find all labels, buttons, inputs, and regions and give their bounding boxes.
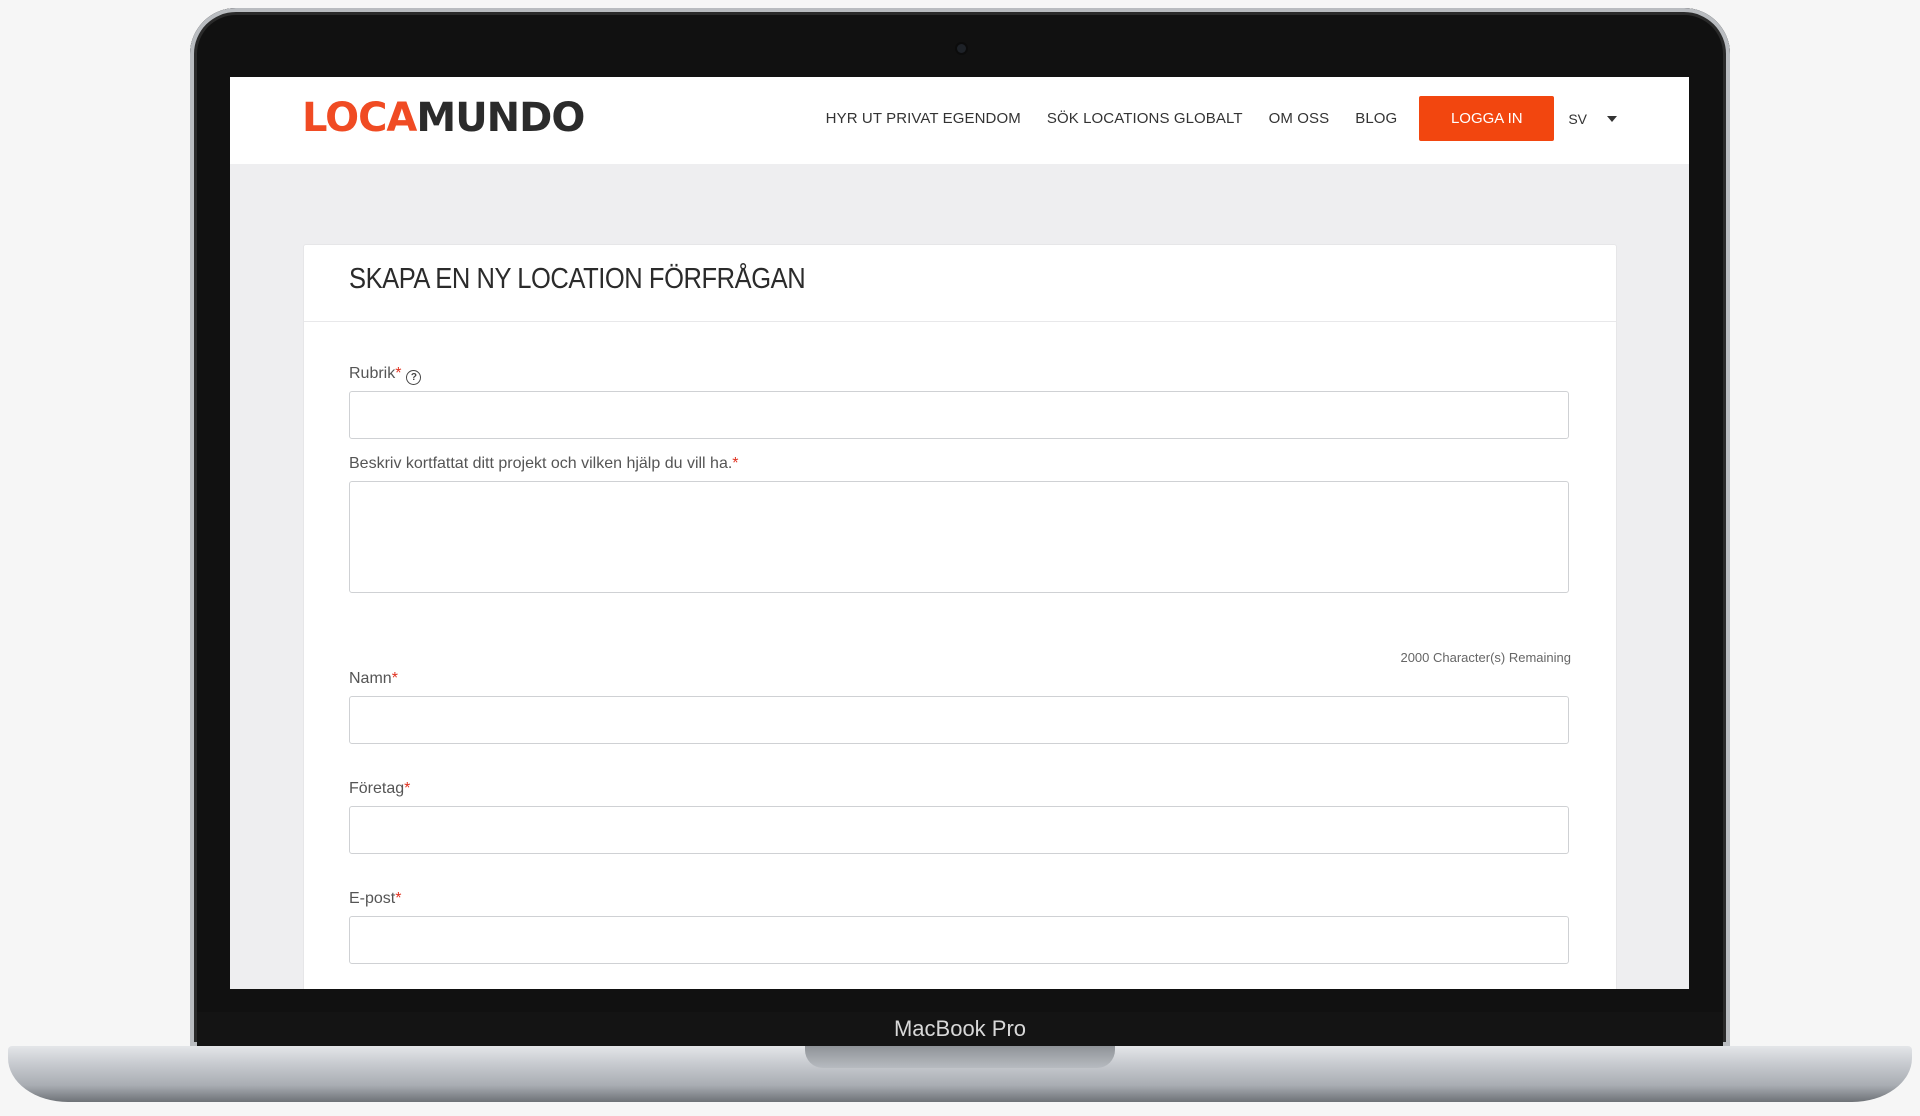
email-input[interactable]: [349, 916, 1569, 964]
form-title: SKAPA EN NY LOCATION FÖRFRÅGAN: [349, 263, 806, 295]
required-mark: *: [395, 890, 402, 907]
logo-part-mundo: MUNDO: [416, 95, 585, 141]
label-company-text: Företag: [349, 780, 405, 797]
nav-about-us[interactable]: OM OSS: [1269, 110, 1330, 127]
device-model-label: MacBook Pro: [893, 1016, 1027, 1041]
label-rubrik: Rubrik*?: [349, 365, 422, 385]
label-description: Beskriv kortfattat ditt projekt och vilk…: [349, 455, 739, 473]
required-mark: *: [404, 780, 411, 797]
laptop-opening-notch: [805, 1046, 1115, 1068]
language-code: SV: [1568, 110, 1587, 127]
company-input[interactable]: [349, 806, 1569, 854]
required-mark: *: [391, 670, 398, 687]
label-name-text: Namn: [349, 670, 392, 687]
caret-down-icon: [1607, 115, 1617, 122]
help-icon[interactable]: ?: [406, 370, 422, 385]
camera-icon: [957, 44, 966, 53]
label-email: E-post*: [349, 890, 401, 908]
rubrik-input[interactable]: [349, 391, 1569, 439]
logo-part-loca: LOCA: [302, 95, 417, 141]
request-form-card: SKAPA EN NY LOCATION FÖRFRÅGAN Rubrik*? …: [303, 244, 1617, 989]
label-email-text: E-post: [349, 890, 396, 907]
nav-blog[interactable]: BLOG: [1355, 110, 1397, 127]
title-divider: [304, 321, 1616, 322]
browser-viewport: LOCAMUNDO HYR UT PRIVAT EGENDOM SÖK LOCA…: [230, 77, 1689, 989]
locamundo-logo[interactable]: LOCAMUNDO: [302, 95, 585, 141]
required-mark: *: [732, 455, 739, 472]
required-mark: *: [395, 365, 402, 382]
label-company: Företag*: [349, 780, 410, 798]
nav-search-locations[interactable]: SÖK LOCATIONS GLOBALT: [1047, 110, 1243, 127]
characters-remaining: 2000 Character(s) Remaining: [1400, 650, 1571, 665]
main-nav: HYR UT PRIVAT EGENDOM SÖK LOCATIONS GLOB…: [800, 96, 1689, 141]
label-rubrik-text: Rubrik: [349, 365, 396, 382]
language-selector[interactable]: SV: [1568, 111, 1617, 127]
description-textarea[interactable]: [349, 481, 1569, 593]
label-description-text: Beskriv kortfattat ditt projekt och vilk…: [349, 455, 733, 472]
label-name: Namn*: [349, 670, 398, 688]
login-button[interactable]: LOGGA IN: [1419, 96, 1555, 141]
nav-rent-out-property[interactable]: HYR UT PRIVAT EGENDOM: [826, 110, 1021, 127]
name-input[interactable]: [349, 696, 1569, 744]
site-header: LOCAMUNDO HYR UT PRIVAT EGENDOM SÖK LOCA…: [230, 77, 1689, 164]
